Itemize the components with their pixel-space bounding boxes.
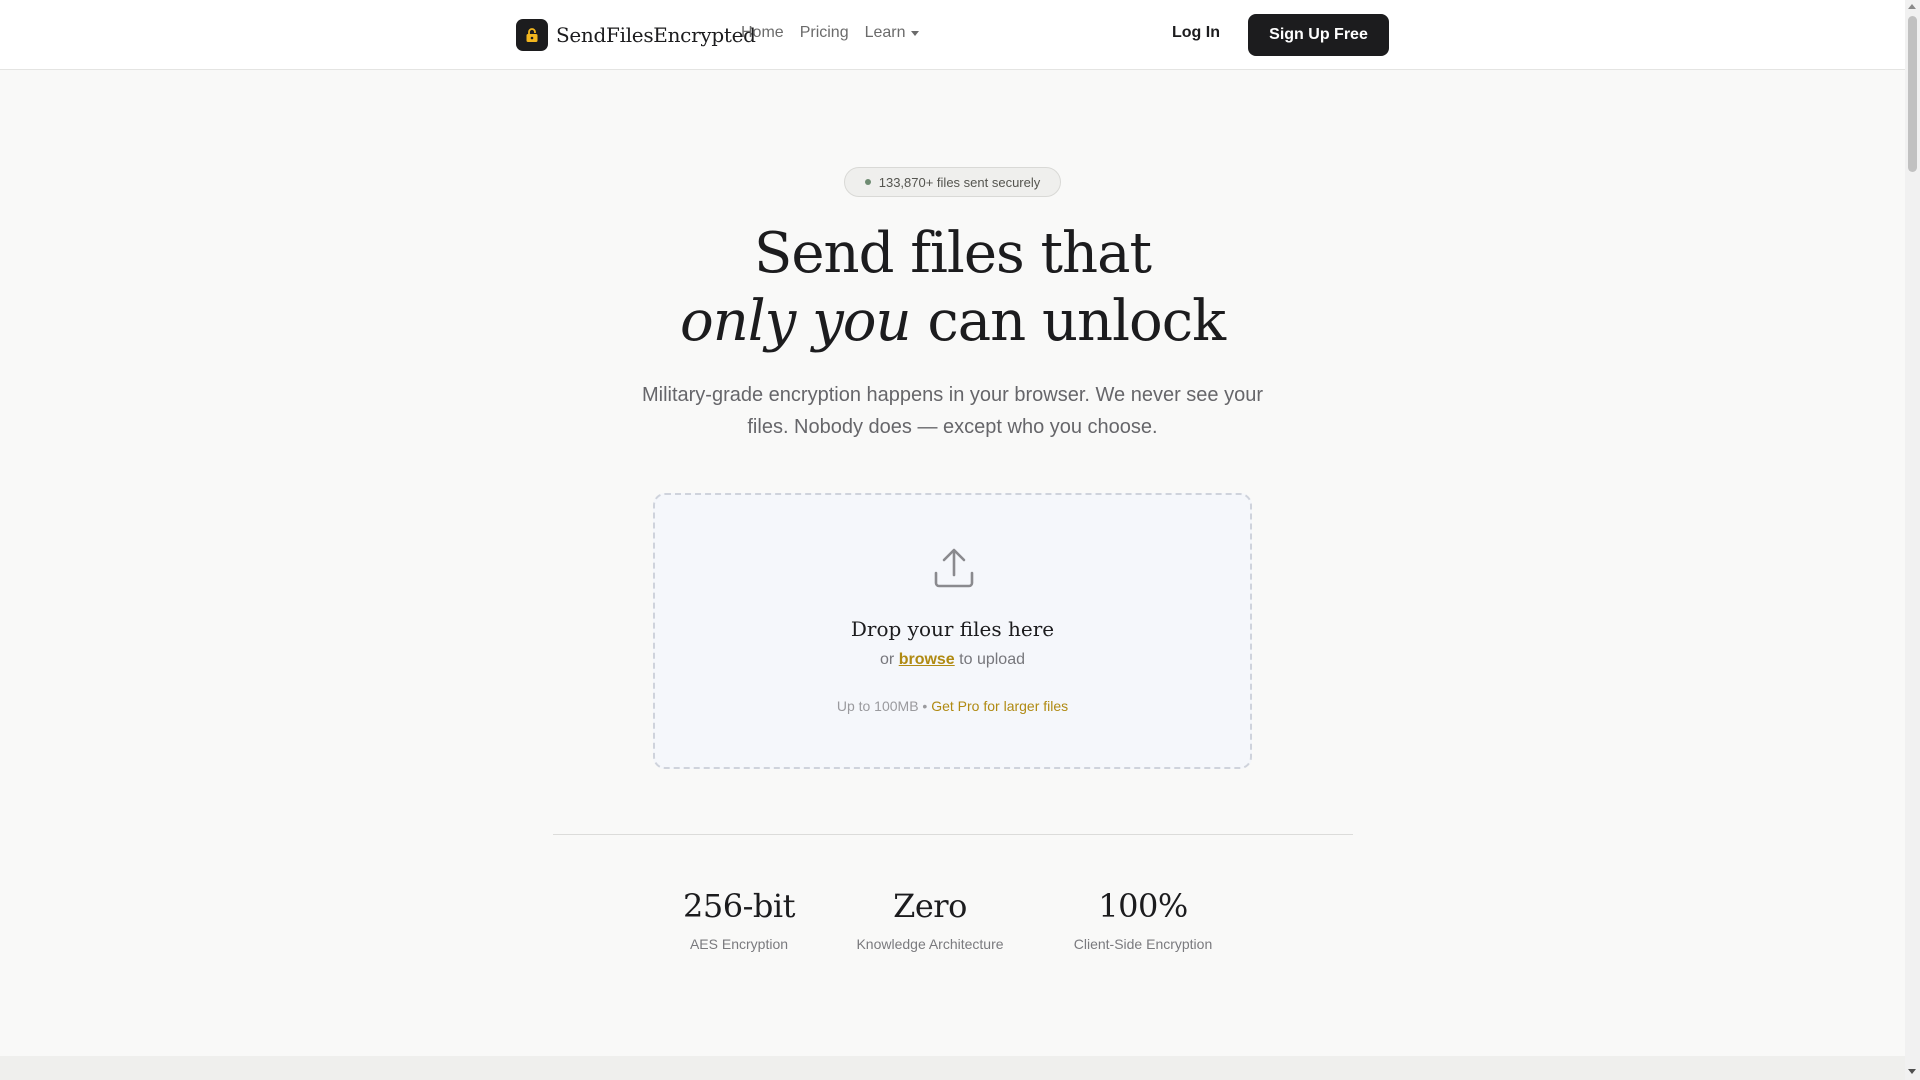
headline-rest: can unlock <box>910 289 1226 354</box>
nav-learn-label: Learn <box>864 24 906 41</box>
stat-value: 100% <box>1098 887 1188 925</box>
stat-client-side: 100% Client-Side Encryption <box>1062 886 1224 952</box>
badge-text: 133,870+ files sent securely <box>878 174 1041 190</box>
lock-icon <box>516 19 548 51</box>
dropzone-title: Drop your files here <box>850 617 1055 641</box>
hero-headline: Send files that only you can unlock <box>560 220 1345 356</box>
page-scrollbar[interactable] <box>1905 0 1920 1080</box>
stat-label: Client-Side Encryption <box>1073 936 1213 952</box>
stat-value: 256-bit <box>683 887 795 925</box>
files-sent-badge: 133,870+ files sent securely <box>844 167 1061 197</box>
stat-encryption: 256-bit AES Encryption <box>680 886 798 952</box>
nav-learn-dropdown[interactable]: Learn <box>865 24 919 42</box>
headline-line-1: Send files that <box>754 221 1152 286</box>
limit-text: Up to 100MB • <box>836 698 932 714</box>
stat-label: AES Encryption <box>689 936 789 952</box>
signup-button[interactable]: Sign Up Free <box>1248 14 1389 56</box>
brand-name: SendFilesEncrypted <box>556 23 756 47</box>
status-dot-icon <box>864 179 871 185</box>
headline-italic: only you <box>679 289 912 354</box>
dropzone-or: or <box>880 651 899 668</box>
browse-link[interactable]: browse <box>899 651 955 668</box>
next-section-band <box>0 1056 1905 1080</box>
nav-home[interactable]: Home <box>741 24 784 42</box>
stat-zero-knowledge: Zero Knowledge Architecture <box>846 886 1014 952</box>
get-pro-link[interactable]: Get Pro for larger files <box>931 698 1068 714</box>
stat-value: Zero <box>893 887 967 925</box>
nav-links: Home Pricing Learn <box>741 24 919 42</box>
login-button[interactable]: Log In <box>1172 24 1220 42</box>
scroll-up-arrow-icon[interactable] <box>1908 4 1916 9</box>
stat-label: Knowledge Architecture <box>856 936 1004 952</box>
caret-down-icon <box>910 30 919 36</box>
section-divider <box>553 834 1353 835</box>
scroll-thumb[interactable] <box>1908 16 1917 172</box>
dropzone-subtitle: or browse to upload <box>655 651 1250 669</box>
top-navbar: SendFilesEncrypted Home Pricing Learn Lo… <box>0 0 1905 70</box>
nav-pricing[interactable]: Pricing <box>800 24 849 42</box>
upload-limit: Up to 100MB • Get Pro for larger files <box>655 698 1250 714</box>
headline-line-2: only you can unlock <box>560 288 1345 356</box>
scroll-down-arrow-icon[interactable] <box>1908 1069 1916 1074</box>
brand[interactable]: SendFilesEncrypted <box>516 19 756 51</box>
upload-icon <box>933 547 975 594</box>
dropzone-to-upload: to upload <box>954 651 1025 668</box>
hero-subtext: Military-grade encryption happens in you… <box>641 384 1264 438</box>
file-dropzone[interactable]: Drop your files here or browse to upload… <box>653 493 1252 769</box>
